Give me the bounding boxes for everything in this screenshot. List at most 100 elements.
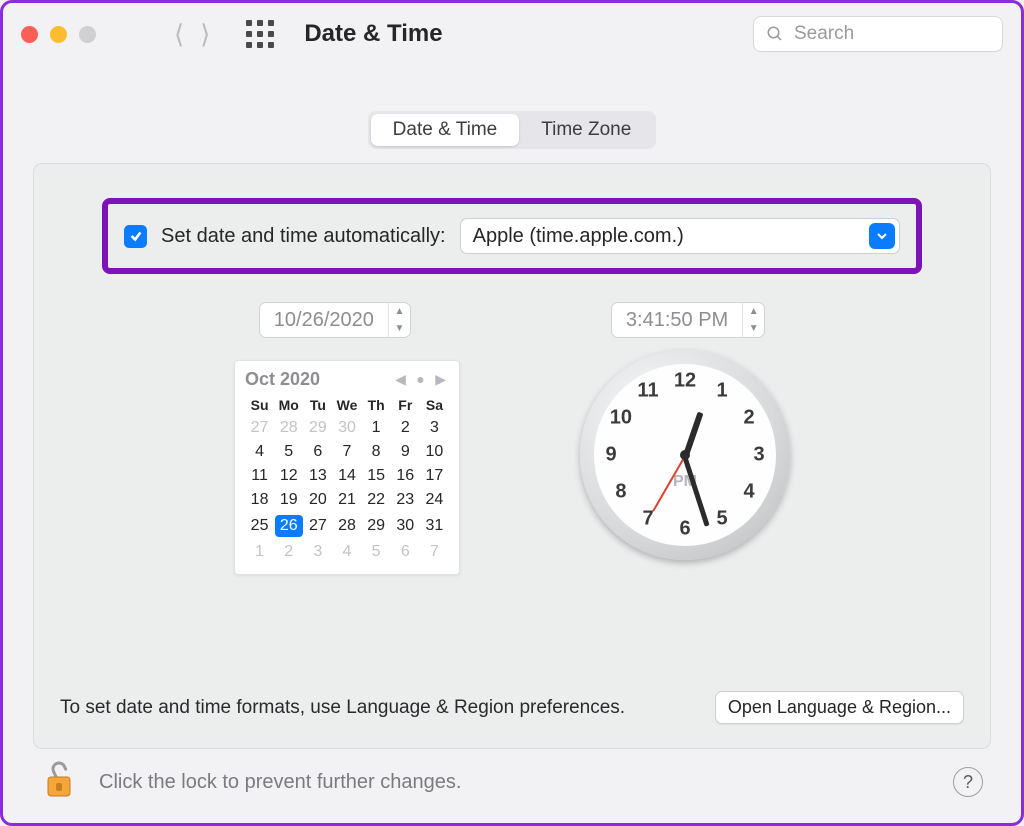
main-panel: Set date and time automatically: Apple (… xyxy=(33,163,991,749)
calendar-cell[interactable]: 3 xyxy=(303,540,332,564)
calendar-next-icon[interactable]: ▶ xyxy=(435,371,446,387)
calendar-cell[interactable]: 24 xyxy=(420,488,449,512)
forward-button[interactable]: ⟩ xyxy=(200,19,210,50)
calendar-day-header: We xyxy=(332,394,361,416)
window-title: Date & Time xyxy=(304,20,442,48)
calendar-cell[interactable]: 6 xyxy=(391,540,420,564)
calendar-cell[interactable]: 7 xyxy=(420,540,449,564)
calendar-cell[interactable]: 6 xyxy=(303,440,332,464)
minimize-window-button[interactable] xyxy=(50,26,67,43)
lock-text: Click the lock to prevent further change… xyxy=(99,771,461,794)
calendar-day-header: Mo xyxy=(274,394,303,416)
calendar-cell[interactable]: 29 xyxy=(303,416,332,440)
clock-center xyxy=(680,450,690,460)
calendar-cell[interactable]: 20 xyxy=(303,488,332,512)
calendar-today-icon[interactable]: ● xyxy=(416,371,424,387)
calendar-cell[interactable]: 21 xyxy=(332,488,361,512)
search-placeholder: Search xyxy=(794,23,854,45)
tab-time-zone[interactable]: Time Zone xyxy=(519,114,653,146)
calendar-day-header: Fr xyxy=(391,394,420,416)
time-server-combo[interactable]: Apple (time.apple.com.) xyxy=(460,218,900,254)
clock-number: 1 xyxy=(716,379,727,402)
calendar-cell[interactable]: 5 xyxy=(274,440,303,464)
calendar-cell[interactable]: 16 xyxy=(391,464,420,488)
analog-clock: PM 121234567891011 xyxy=(580,350,790,560)
clock-number: 3 xyxy=(753,444,764,467)
toolbar: ⟨ ⟩ Date & Time Search xyxy=(3,3,1021,65)
time-field[interactable]: 3:41:50 PM ▲▼ xyxy=(611,302,765,338)
clock-number: 5 xyxy=(716,508,727,531)
open-language-region-button[interactable]: Open Language & Region... xyxy=(715,691,964,724)
calendar-cell[interactable]: 18 xyxy=(245,488,274,512)
calendar-cell[interactable]: 1 xyxy=(245,540,274,564)
calendar-cell[interactable]: 7 xyxy=(332,440,361,464)
calendar-prev-icon[interactable]: ◀ xyxy=(395,371,406,387)
clock-number: 8 xyxy=(615,481,626,504)
tab-date-time[interactable]: Date & Time xyxy=(371,114,520,146)
window-controls xyxy=(21,26,96,43)
time-value: 3:41:50 PM xyxy=(626,309,728,332)
auto-datetime-row: Set date and time automatically: Apple (… xyxy=(102,198,922,274)
time-stepper[interactable]: ▲▼ xyxy=(742,303,764,337)
calendar-day-header: Sa xyxy=(420,394,449,416)
calendar-cell[interactable]: 19 xyxy=(274,488,303,512)
calendar-day-header: Tu xyxy=(303,394,332,416)
calendar-cell[interactable]: 27 xyxy=(303,512,332,540)
calendar-cell[interactable]: 26 xyxy=(274,512,303,540)
calendar-cell[interactable]: 1 xyxy=(362,416,391,440)
calendar-cell[interactable]: 9 xyxy=(391,440,420,464)
calendar-cell[interactable]: 2 xyxy=(274,540,303,564)
lock-icon[interactable] xyxy=(41,759,77,805)
chevron-down-icon xyxy=(869,223,895,249)
auto-datetime-checkbox[interactable] xyxy=(124,225,147,248)
clock-number: 2 xyxy=(744,407,755,430)
calendar-cell[interactable]: 28 xyxy=(274,416,303,440)
date-stepper[interactable]: ▲▼ xyxy=(388,303,410,337)
calendar-cell[interactable]: 3 xyxy=(420,416,449,440)
calendar-cell[interactable]: 23 xyxy=(391,488,420,512)
help-button[interactable]: ? xyxy=(953,767,983,797)
calendar-cell[interactable]: 12 xyxy=(274,464,303,488)
calendar-cell[interactable]: 17 xyxy=(420,464,449,488)
calendar-day-header: Th xyxy=(362,394,391,416)
calendar-cell[interactable]: 30 xyxy=(332,416,361,440)
clock-number: 9 xyxy=(605,444,616,467)
calendar-cell[interactable]: 22 xyxy=(362,488,391,512)
back-button[interactable]: ⟨ xyxy=(174,19,184,50)
minute-hand xyxy=(683,457,710,527)
calendar-cell[interactable]: 10 xyxy=(420,440,449,464)
calendar-cell[interactable]: 4 xyxy=(245,440,274,464)
date-value: 10/26/2020 xyxy=(274,309,374,332)
calendar-cell[interactable]: 5 xyxy=(362,540,391,564)
calendar-cell[interactable]: 30 xyxy=(391,512,420,540)
calendar[interactable]: Oct 2020 ◀ ● ▶ SuMoTuWeThFrSa 2728293012… xyxy=(234,360,460,575)
calendar-cell[interactable]: 8 xyxy=(362,440,391,464)
close-window-button[interactable] xyxy=(21,26,38,43)
calendar-cell[interactable]: 15 xyxy=(362,464,391,488)
clock-number: 7 xyxy=(642,508,653,531)
calendar-cell[interactable]: 11 xyxy=(245,464,274,488)
format-hint: To set date and time formats, use Langua… xyxy=(60,697,625,719)
auto-datetime-label: Set date and time automatically: xyxy=(161,225,446,248)
calendar-cell[interactable]: 4 xyxy=(332,540,361,564)
calendar-cell[interactable]: 2 xyxy=(391,416,420,440)
calendar-month: Oct 2020 xyxy=(245,369,320,390)
date-field[interactable]: 10/26/2020 ▲▼ xyxy=(259,302,411,338)
clock-number: 4 xyxy=(744,481,755,504)
search-icon xyxy=(766,25,784,43)
calendar-cell[interactable]: 25 xyxy=(245,512,274,540)
calendar-cell[interactable]: 28 xyxy=(332,512,361,540)
search-input[interactable]: Search xyxy=(753,16,1003,52)
calendar-cell[interactable]: 27 xyxy=(245,416,274,440)
clock-number: 6 xyxy=(679,518,690,541)
calendar-cell[interactable]: 14 xyxy=(332,464,361,488)
calendar-day-header: Su xyxy=(245,394,274,416)
zoom-window-button[interactable] xyxy=(79,26,96,43)
clock-number: 12 xyxy=(674,370,696,393)
show-all-icon[interactable] xyxy=(246,20,274,48)
clock-number: 11 xyxy=(637,379,658,402)
calendar-cell[interactable]: 31 xyxy=(420,512,449,540)
calendar-cell[interactable]: 13 xyxy=(303,464,332,488)
calendar-cell[interactable]: 29 xyxy=(362,512,391,540)
clock-number: 10 xyxy=(610,407,632,430)
